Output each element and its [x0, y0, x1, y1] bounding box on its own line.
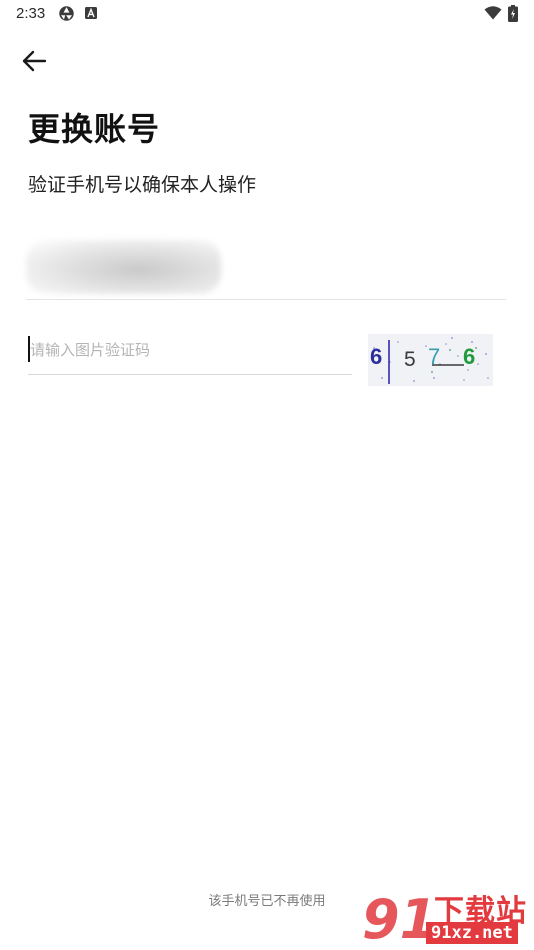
captcha-input[interactable]: [28, 334, 350, 366]
text-cursor: [28, 336, 30, 362]
captcha-char-1: 6: [370, 344, 382, 369]
phone-field-underline: [26, 299, 506, 300]
captcha-char-3: 7: [428, 344, 440, 369]
arrow-left-icon: [22, 50, 47, 72]
status-time: 2:33: [16, 5, 46, 22]
phone-number-field[interactable]: [26, 238, 506, 300]
battery-charging-icon: [508, 5, 518, 22]
page-subtitle: 验证手机号以确保本人操作: [28, 174, 257, 196]
watermark-logo-icon: 91: [362, 888, 430, 948]
captcha-field: [28, 330, 352, 375]
captcha-image-drawing: 6 5 7 6: [370, 337, 489, 384]
site-watermark: 91 下载站 91xz.net: [360, 886, 532, 948]
captcha-char-2: 5: [404, 348, 416, 371]
wifi-icon: [484, 6, 502, 20]
watermark-url: 91xz.net: [426, 922, 518, 944]
svg-text:91: 91: [362, 888, 430, 948]
status-bar: 2:33: [0, 0, 534, 28]
change-account-screen: 2:33 更换账号 验证手机号以确保本人操作 请输入图片验证码 6 5 7 6 …: [0, 0, 534, 950]
aperture-icon: [59, 6, 74, 21]
a-square-icon: [85, 7, 97, 19]
captcha-char-4: 6: [463, 344, 475, 369]
captcha-image[interactable]: 6 5 7 6: [368, 334, 493, 386]
page-title: 更换账号: [28, 110, 161, 148]
phone-number-blurred: [26, 240, 221, 294]
back-button[interactable]: [14, 42, 54, 80]
